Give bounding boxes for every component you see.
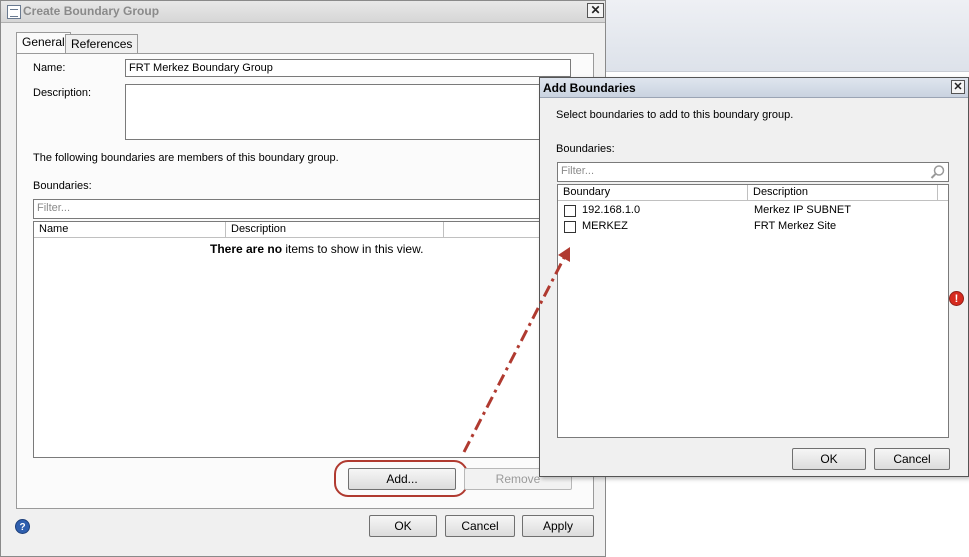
row-checkbox[interactable] [564, 221, 576, 233]
add-dialog-boundaries-label: Boundaries: [556, 143, 615, 155]
list-item[interactable]: 192.168.1.0 Merkez IP SUBNET [558, 203, 948, 219]
dialog-title: Create Boundary Group [23, 4, 160, 18]
list-header: Name Description [34, 222, 572, 238]
close-button[interactable]: ✕ [587, 3, 604, 18]
description-field[interactable] [125, 84, 571, 140]
name-field[interactable]: FRT Merkez Boundary Group [125, 59, 571, 77]
ok-button[interactable]: OK [369, 515, 437, 537]
column-description[interactable]: Description [748, 185, 938, 201]
tab-references[interactable]: References [65, 34, 139, 54]
add-dialog-boundaries-list: Boundary Description 192.168.1.0 Merkez … [557, 184, 949, 438]
title-bar: Create Boundary Group ✕ [1, 1, 605, 23]
add-dialog-title-bar: Add Boundaries ✕ [540, 78, 968, 98]
row-checkbox[interactable] [564, 205, 576, 217]
window-icon [7, 5, 21, 19]
description-label: Description: [33, 87, 92, 99]
cancel-button[interactable]: Cancel [445, 515, 515, 537]
column-name[interactable]: Name [34, 222, 226, 238]
add-dialog-title: Add Boundaries [543, 81, 636, 95]
members-text: The following boundaries are members of … [33, 152, 339, 164]
description-cell: Merkez IP SUBNET [754, 204, 851, 216]
name-label: Name: [33, 62, 66, 74]
empty-list-message: There are no items to show in this view. [210, 242, 423, 256]
column-description[interactable]: Description [226, 222, 444, 238]
empty-message-bold: There are no [210, 242, 283, 256]
list-item[interactable]: MERKEZ FRT Merkez Site [558, 219, 948, 235]
close-icon: ✕ [590, 3, 601, 17]
add-dialog-filter-input[interactable]: Filter... [557, 162, 949, 182]
boundaries-list: Name Description There are no items to s… [33, 221, 573, 458]
magnifier-icon[interactable] [930, 164, 946, 180]
add-dialog-instruction: Select boundaries to add to this boundar… [556, 109, 794, 121]
apply-button[interactable]: Apply [522, 515, 594, 537]
tab-general[interactable]: General [16, 32, 71, 54]
add-dialog-ok-button[interactable]: OK [792, 448, 866, 470]
add-list-header: Boundary Description [558, 185, 948, 201]
empty-message-rest: items to show in this view. [282, 242, 424, 256]
create-boundary-group-dialog: Create Boundary Group ✕ General Referenc… [0, 0, 606, 557]
tab-general-label: General [22, 35, 65, 49]
background-window-strip [605, 0, 969, 72]
error-icon: ! [949, 291, 964, 306]
filter-input[interactable]: Filter... [33, 199, 573, 219]
add-button[interactable]: Add... [348, 468, 456, 490]
help-icon[interactable]: ? [15, 519, 30, 534]
add-dialog-cancel-button[interactable]: Cancel [874, 448, 950, 470]
add-boundaries-dialog: Add Boundaries ✕ Select boundaries to ad… [539, 77, 969, 477]
add-dialog-close-button[interactable]: ✕ [951, 80, 965, 94]
boundaries-label: Boundaries: [33, 180, 92, 192]
description-cell: FRT Merkez Site [754, 220, 837, 232]
boundary-cell: MERKEZ [582, 220, 628, 232]
boundary-cell: 192.168.1.0 [582, 204, 641, 216]
column-boundary[interactable]: Boundary [558, 185, 748, 201]
close-icon: ✕ [953, 81, 963, 93]
tab-references-label: References [71, 37, 133, 51]
